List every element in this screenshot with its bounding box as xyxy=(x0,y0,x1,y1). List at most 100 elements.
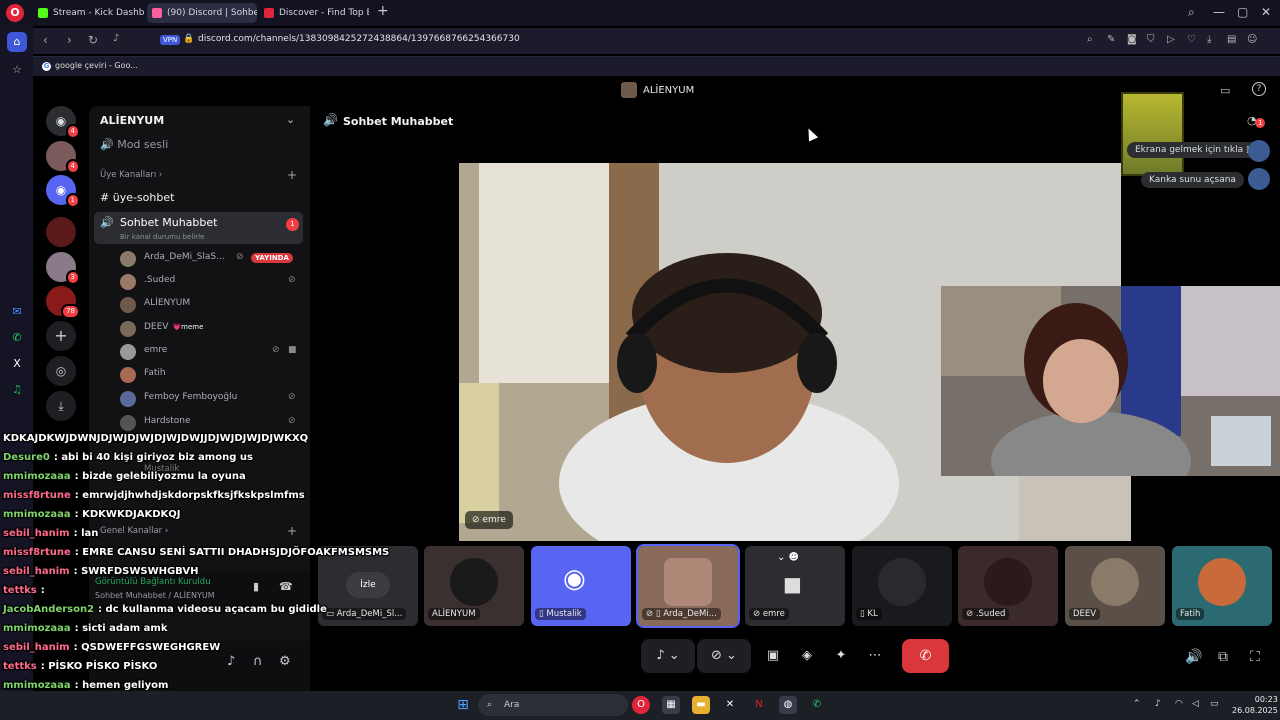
taskbar-clock[interactable]: 00:23 26.08.2025 xyxy=(1232,694,1278,716)
home-icon[interactable]: ⌂ xyxy=(7,32,27,52)
search-icon[interactable]: ⌕ xyxy=(1188,5,1195,20)
download-icon[interactable]: ⤓ xyxy=(1207,34,1211,45)
tray-chevron-icon[interactable]: ⌃ xyxy=(1133,699,1141,709)
netflix-icon[interactable]: N xyxy=(750,696,768,714)
bookmark-google-translate[interactable]: Ggoogle çeviri - Goo... xyxy=(42,61,138,71)
channel-status[interactable]: Bir kanal durumu belirle xyxy=(120,233,204,241)
participant-tile[interactable]: DEEV xyxy=(1065,546,1165,626)
volume-icon[interactable]: 🔊 xyxy=(1185,649,1202,665)
activity-gamepad-button[interactable]: ◈ xyxy=(791,639,823,673)
tab-kick-dashboard[interactable]: Stream - Kick Dashboard xyxy=(33,3,145,23)
new-tab-button[interactable]: + xyxy=(377,3,389,19)
voice-user[interactable]: Hardstone ⊘ xyxy=(120,413,300,433)
voice-user[interactable]: .Suded ⊘ xyxy=(120,272,300,292)
discord-server-icon[interactable]: ◉ 1 xyxy=(46,175,80,208)
voice-user[interactable]: Fatih xyxy=(120,365,300,385)
speaker-tray-icon[interactable]: ◁ xyxy=(1192,699,1199,709)
forward-icon[interactable]: › xyxy=(67,33,72,47)
screenshare-button[interactable]: ▣ xyxy=(757,639,789,673)
xbox-icon[interactable]: ✕ xyxy=(721,696,739,714)
participant-tile[interactable]: ALİENYUM xyxy=(424,546,524,626)
reload-icon[interactable]: ↻ xyxy=(88,33,98,47)
mic-icon[interactable]: ♪ xyxy=(113,33,119,44)
zoom-icon[interactable]: ⌕ xyxy=(1087,34,1093,45)
url-input[interactable]: discord.com/channels/1383098425272438864… xyxy=(198,34,520,44)
edit-icon[interactable]: ✎ xyxy=(1107,34,1115,45)
chat-icon[interactable]: ◔ 1 xyxy=(1247,114,1266,128)
category-members[interactable]: Üye Kanalları › xyxy=(100,170,162,180)
pip-video-feed[interactable] xyxy=(941,286,1280,476)
app-icon[interactable]: ◍ xyxy=(779,696,797,714)
fullscreen-icon[interactable]: ⛶ xyxy=(1250,649,1260,665)
user-avatar[interactable] xyxy=(1248,140,1270,162)
discover-icon[interactable]: ◎ xyxy=(46,356,76,386)
user-avatar[interactable] xyxy=(1248,168,1270,190)
windows-start-icon[interactable]: ⊞ xyxy=(454,696,472,714)
channel-selected[interactable]: 🔊 Sohbet Muhabbet Bir kanal durumu belir… xyxy=(94,212,303,244)
speaker-icon: 🔊 xyxy=(100,216,114,229)
add-channel-icon[interactable]: + xyxy=(287,168,297,182)
server-name[interactable]: ALİENYUM xyxy=(100,114,164,127)
store-icon[interactable]: ▦ xyxy=(662,696,680,714)
tab-discord[interactable]: (90) Discord | Sohbet M... xyxy=(147,3,257,23)
participant-tile[interactable]: ⊘ .Suded xyxy=(958,546,1058,626)
participant-tile[interactable]: Fatih xyxy=(1172,546,1272,626)
close-button[interactable]: ✕ xyxy=(1261,5,1271,19)
taskbar-search[interactable]: ⌕ Ara xyxy=(478,694,628,716)
server-icon[interactable]: 3 xyxy=(46,252,80,285)
voice-user[interactable]: emre ⊘ ■ xyxy=(120,342,300,362)
soundboard-button[interactable]: ✦ xyxy=(825,639,857,673)
server-icon[interactable]: 78 xyxy=(46,286,80,319)
participant-tile[interactable]: ▯ KL xyxy=(852,546,952,626)
spotify-icon[interactable]: ♫ xyxy=(7,380,27,400)
camera-snapshot-icon[interactable]: ◙ xyxy=(1127,34,1137,45)
voice-user[interactable]: DEEV 💗meme xyxy=(120,319,300,339)
tab-blerp[interactable]: Discover - Find Top Blerps xyxy=(259,3,369,23)
participant-tile[interactable]: ◉ ▯ Mustalik xyxy=(531,546,631,626)
whatsapp-taskbar-icon[interactable]: ✆ xyxy=(808,696,826,714)
more-options-button[interactable]: ⋯ xyxy=(859,639,891,673)
server-icon[interactable] xyxy=(46,217,76,247)
tooltip-bubble[interactable]: Ekrana gelmek için tıkla ▣ xyxy=(1127,142,1263,158)
server-icon[interactable]: 4 xyxy=(46,141,80,174)
add-server-icon[interactable]: + xyxy=(46,321,76,351)
popout-icon[interactable]: ⧉ xyxy=(1218,649,1228,665)
wifi-icon[interactable]: ◠ xyxy=(1175,699,1183,709)
help-icon[interactable]: ? xyxy=(1252,82,1266,96)
star-icon[interactable]: ☆ xyxy=(7,60,27,80)
play-icon[interactable]: ▷ xyxy=(1167,34,1175,45)
voice-user[interactable]: ALİENYUM xyxy=(120,295,300,315)
hangup-button[interactable]: ✆ xyxy=(902,639,949,673)
back-icon[interactable]: ‹ xyxy=(43,33,48,47)
channel-mod-voice[interactable]: 🔊 Mod sesli xyxy=(100,138,168,151)
discord-logo-icon: ◉ xyxy=(563,564,586,594)
voice-user[interactable]: Femboy Femboyoğlu ⊘ xyxy=(120,389,300,409)
dm-home-icon[interactable]: ◉ 4 xyxy=(46,106,80,139)
messenger-icon[interactable]: ✉ xyxy=(7,302,27,322)
camera-toggle-button[interactable]: ⊘ ⌄ xyxy=(697,639,751,673)
whatsapp-icon[interactable]: ✆ xyxy=(7,328,27,348)
voice-user[interactable]: Arda_DeMi_SlaS... ⊘ YAYINDA xyxy=(120,249,300,269)
chevron-down-icon[interactable]: ⌄ ☻ xyxy=(777,552,799,563)
channel-uye-sohbet[interactable]: # üye-sohbet xyxy=(100,191,174,204)
avatar xyxy=(120,344,136,360)
chevron-down-icon[interactable]: ⌄ xyxy=(286,113,295,126)
x-twitter-icon[interactable]: X xyxy=(7,354,27,374)
participant-tile[interactable]: ■ ⌄ ☻ ⊘ emre xyxy=(745,546,845,626)
maximize-button[interactable]: ▢ xyxy=(1237,5,1248,19)
shield-icon[interactable]: ⛉ xyxy=(1147,34,1155,45)
participant-tile[interactable]: ⊘ ▯ Arda_DeMi... xyxy=(636,544,740,628)
inbox-icon[interactable]: ▭ xyxy=(1220,84,1230,97)
download-apps-icon[interactable]: ⤓ xyxy=(46,391,76,421)
minimize-button[interactable]: — xyxy=(1213,5,1225,19)
vpn-badge[interactable]: VPN xyxy=(160,35,181,45)
tray-mic-icon[interactable]: ♪ xyxy=(1155,699,1161,709)
opera-logo-icon[interactable]: O xyxy=(6,4,24,22)
opera-taskbar-icon[interactable]: O xyxy=(632,696,650,714)
mic-toggle-button[interactable]: ♪ ⌄ xyxy=(641,639,695,673)
heart-icon[interactable]: ♡ xyxy=(1187,34,1196,45)
extensions-icon[interactable]: ▤ xyxy=(1227,34,1236,45)
profile-icon[interactable]: ☺ xyxy=(1247,34,1257,45)
file-explorer-icon[interactable]: ▬ xyxy=(692,696,710,714)
battery-icon[interactable]: ▭ xyxy=(1210,699,1219,709)
